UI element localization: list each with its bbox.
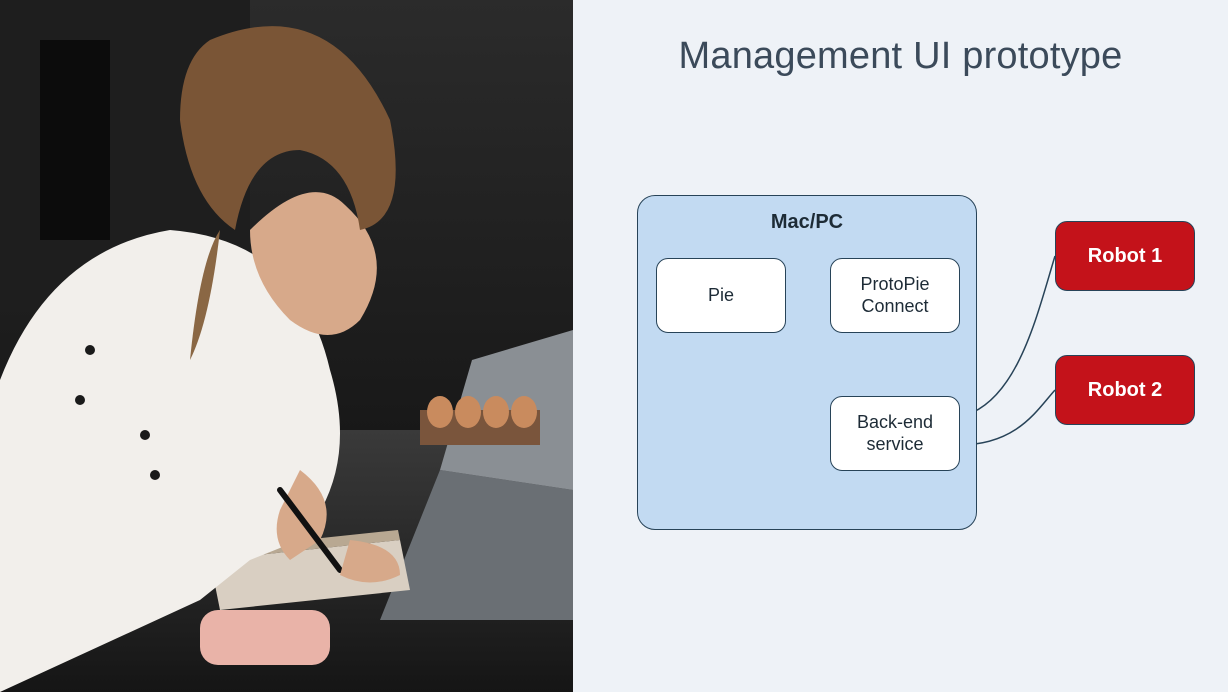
node-backend-service: Back-end service: [830, 396, 960, 471]
photo-illustration: [0, 0, 573, 692]
phone-icon: [200, 610, 330, 665]
node-robot-1: Robot 1: [1055, 221, 1195, 291]
node-pie: Pie: [656, 258, 786, 333]
macpc-container: Mac/PC Pie ProtoPie Connect Back-end ser…: [637, 195, 977, 530]
macpc-label: Mac/PC: [638, 211, 976, 234]
node-protopie-connect: ProtoPie Connect: [830, 258, 960, 333]
diagram-panel: Management UI prototype Mac/PC Pie Proto…: [573, 0, 1228, 692]
photo-panel: [0, 0, 573, 692]
architecture-diagram: Mac/PC Pie ProtoPie Connect Back-end ser…: [637, 195, 1197, 535]
page-title: Management UI prototype: [573, 35, 1228, 78]
node-robot-2: Robot 2: [1055, 355, 1195, 425]
